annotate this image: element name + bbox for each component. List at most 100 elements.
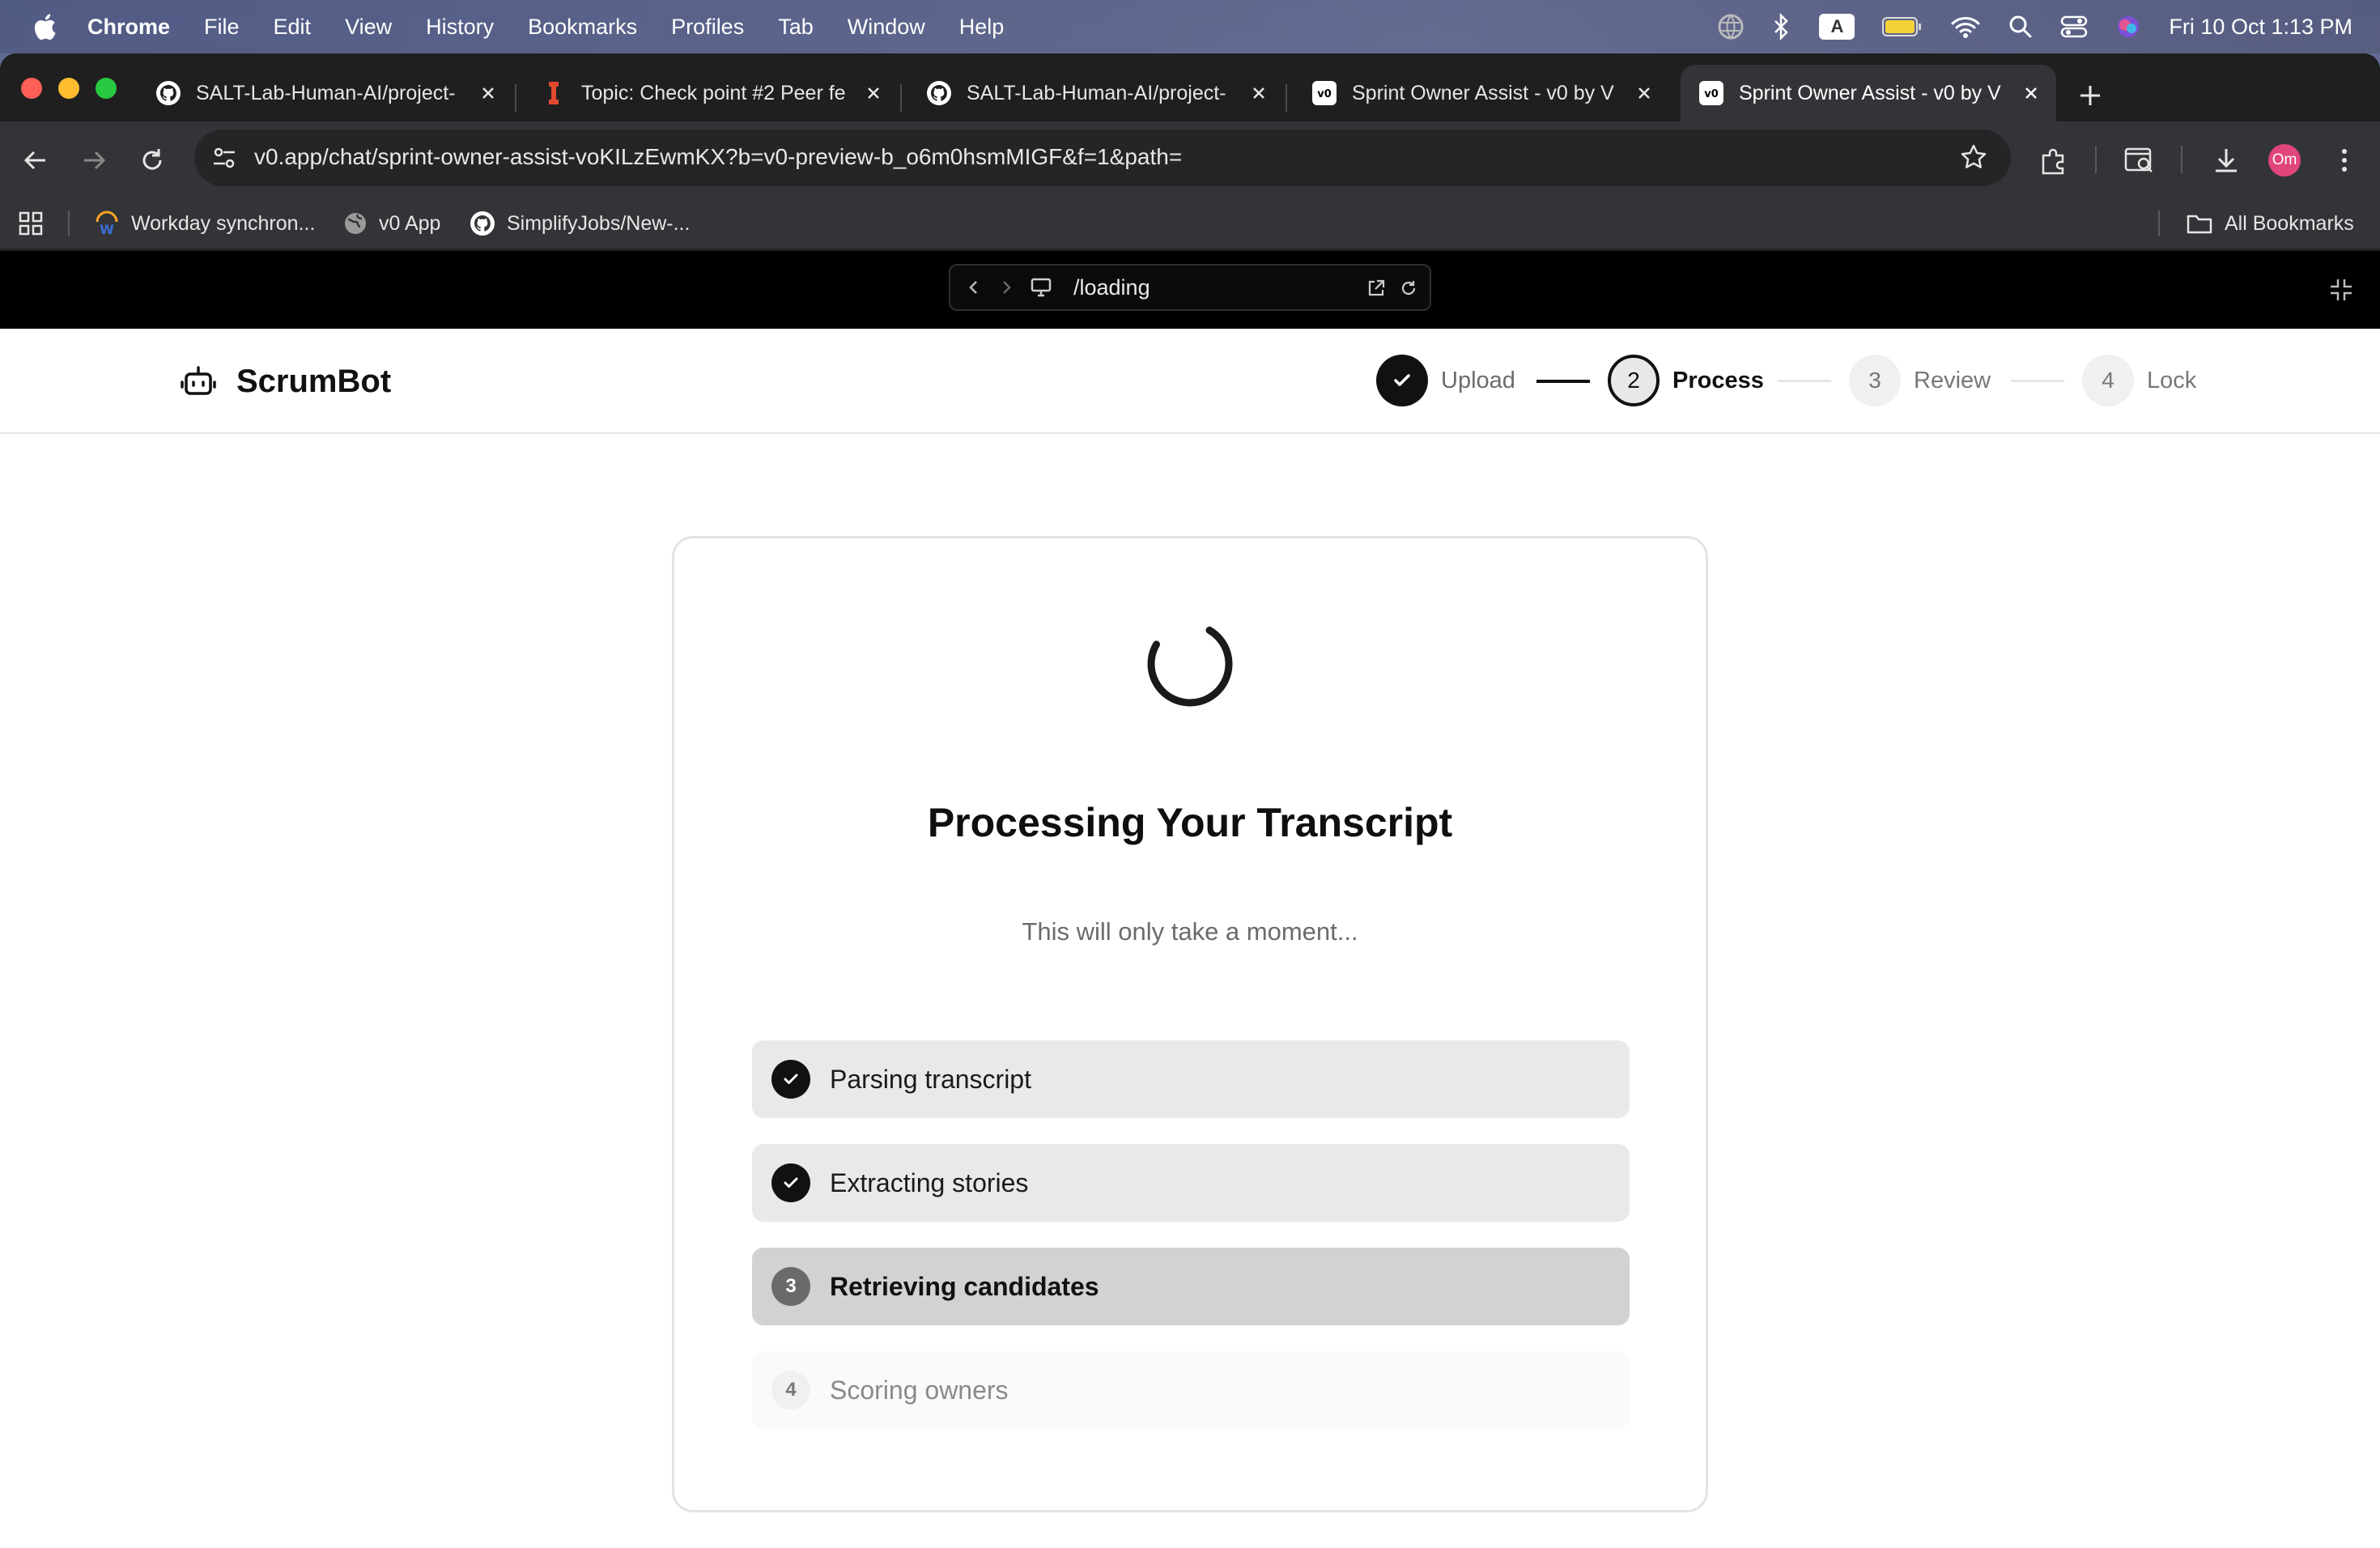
all-bookmarks-button[interactable]: All Bookmarks — [2186, 207, 2354, 240]
process-step-label: Extracting stories — [830, 1167, 1029, 1197]
processing-card: Processing Your Transcript This will onl… — [672, 536, 1708, 1512]
step-process-circle[interactable]: 2 — [1608, 355, 1660, 406]
preview-refresh-icon[interactable] — [1399, 279, 1418, 298]
check-icon — [1394, 374, 1410, 386]
v0-icon: v0 — [1311, 80, 1337, 106]
brand[interactable]: ScrumBot — [180, 363, 391, 400]
bookmark-simplifyjobs[interactable]: SimplifyJobs/New-... — [470, 207, 690, 240]
input-source-icon[interactable]: A — [1819, 14, 1855, 40]
zoom-window-button[interactable] — [96, 78, 117, 99]
menu-edit[interactable]: Edit — [274, 15, 312, 40]
minimize-window-button[interactable] — [58, 78, 79, 99]
menu-file[interactable]: File — [204, 15, 240, 40]
new-tab-icon[interactable] — [2072, 78, 2108, 113]
folder-icon — [2187, 215, 2212, 234]
macos-menu-bar: Chrome File Edit View History Bookmarks … — [0, 0, 2380, 53]
card-subtitle: This will only take a moment... — [1022, 917, 1358, 946]
svg-text:v0: v0 — [1317, 88, 1332, 100]
menu-tab[interactable]: Tab — [778, 15, 814, 40]
preview-path-bar[interactable]: /loading — [949, 264, 1431, 311]
apps-grid-icon[interactable] — [18, 211, 44, 236]
preview-back-icon[interactable] — [965, 279, 983, 296]
process-step-extracting: Extracting stories — [752, 1144, 1630, 1222]
tab-title: Sprint Owner Assist - v0 by V — [1352, 81, 1614, 104]
profile-initials: Om — [2272, 151, 2297, 168]
desktop-icon[interactable] — [1030, 277, 1052, 298]
more-menu-icon[interactable] — [2328, 144, 2361, 176]
browser-tab-1[interactable]: SALT-Lab-Human-AI/project- — [138, 65, 513, 121]
menu-view[interactable]: View — [345, 15, 392, 40]
process-step-parsing: Parsing transcript — [752, 1040, 1630, 1118]
step-lock-circle[interactable]: 4 — [2082, 355, 2134, 406]
open-in-new-tab-icon[interactable] — [1366, 279, 1386, 298]
step-number-badge: 4 — [771, 1371, 810, 1410]
step-number-badge: 3 — [771, 1267, 810, 1306]
tab-title: SALT-Lab-Human-AI/project- — [196, 81, 456, 104]
step-lock-label[interactable]: Lock — [2147, 368, 2196, 394]
vpn-globe-icon[interactable] — [1717, 13, 1745, 40]
address-bar[interactable]: v0.app/chat/sprint-owner-assist-voKILzEw… — [194, 130, 2011, 186]
control-center-icon[interactable] — [2060, 15, 2088, 39]
github-icon — [155, 80, 181, 106]
bookmark-workday[interactable]: W Workday synchron... — [94, 207, 315, 240]
check-icon — [771, 1163, 810, 1202]
browser-tab-4[interactable]: v0 Sprint Owner Assist - v0 by V — [1294, 65, 1669, 121]
bookmark-label: SimplifyJobs/New-... — [507, 211, 691, 235]
check-icon — [771, 1060, 810, 1099]
apple-icon[interactable] — [32, 13, 57, 40]
bookmark-label: v0 App — [379, 211, 441, 235]
preview-path-text[interactable]: /loading — [1073, 275, 1150, 300]
close-tab-icon[interactable] — [1247, 81, 1271, 105]
siri-icon[interactable] — [2115, 14, 2141, 40]
workday-icon: W — [96, 211, 118, 236]
browser-tab-3[interactable]: SALT-Lab-Human-AI/project- — [908, 65, 1284, 121]
menu-window[interactable]: Window — [848, 15, 925, 40]
instructure-icon — [541, 80, 567, 106]
step-review-number: 3 — [1868, 368, 1881, 393]
github-icon — [926, 80, 952, 106]
preview-forward-icon[interactable] — [997, 279, 1015, 296]
tab-search-icon[interactable] — [2123, 144, 2157, 176]
close-tab-icon[interactable] — [2019, 81, 2043, 105]
reload-icon[interactable] — [136, 144, 168, 176]
close-tab-icon[interactable] — [1632, 81, 1656, 105]
svg-text:v0: v0 — [1704, 88, 1719, 100]
extensions-icon[interactable] — [2037, 144, 2069, 176]
close-window-button[interactable] — [21, 78, 42, 99]
step-review-label[interactable]: Review — [1914, 368, 1991, 394]
menu-app-name[interactable]: Chrome — [87, 15, 170, 40]
card-title: Processing Your Transcript — [927, 800, 1453, 845]
step-upload-circle[interactable] — [1376, 355, 1428, 406]
step-upload-label[interactable]: Upload — [1441, 368, 1515, 394]
tab-strip: SALT-Lab-Human-AI/project- Topic: Check … — [0, 53, 2380, 121]
url-text[interactable]: v0.app/chat/sprint-owner-assist-voKILzEw… — [254, 144, 1182, 170]
menu-profiles[interactable]: Profiles — [671, 15, 744, 40]
menu-help[interactable]: Help — [959, 15, 1005, 40]
preview-toolbar: /loading — [0, 251, 2380, 329]
tab-title: SALT-Lab-Human-AI/project- — [967, 81, 1226, 104]
browser-tab-5-active[interactable]: v0 Sprint Owner Assist - v0 by V — [1681, 65, 2056, 121]
menu-history[interactable]: History — [426, 15, 494, 40]
menubar-datetime[interactable]: Fri 10 Oct 1:13 PM — [2169, 15, 2352, 40]
profile-avatar[interactable]: Om — [2268, 144, 2301, 176]
spotlight-search-icon[interactable] — [2008, 15, 2033, 39]
step-process-number: 2 — [1627, 368, 1640, 393]
forward-arrow-icon[interactable] — [78, 144, 110, 176]
download-icon[interactable] — [2210, 144, 2242, 176]
bluetooth-icon[interactable] — [1772, 13, 1791, 40]
wifi-icon[interactable] — [1950, 15, 1981, 39]
site-info-icon[interactable] — [210, 144, 238, 172]
close-tab-icon[interactable] — [476, 81, 500, 105]
battery-icon[interactable] — [1882, 16, 1923, 37]
close-tab-icon[interactable] — [861, 81, 886, 105]
exit-fullscreen-icon[interactable] — [2328, 277, 2354, 303]
v0-icon: v0 — [1698, 80, 1724, 106]
browser-tab-2[interactable]: Topic: Check point #2 Peer fe — [523, 65, 899, 121]
bookmark-v0-app[interactable]: v0 App — [343, 207, 440, 240]
step-process-label[interactable]: Process — [1672, 368, 1764, 394]
bookmark-star-icon[interactable] — [1959, 142, 1988, 172]
app-viewport: ScrumBot Upload 2 Process 3 Review 4 Loc… — [0, 329, 2380, 1548]
menu-bookmarks[interactable]: Bookmarks — [528, 15, 637, 40]
step-review-circle[interactable]: 3 — [1849, 355, 1901, 406]
back-arrow-icon[interactable] — [19, 144, 52, 176]
